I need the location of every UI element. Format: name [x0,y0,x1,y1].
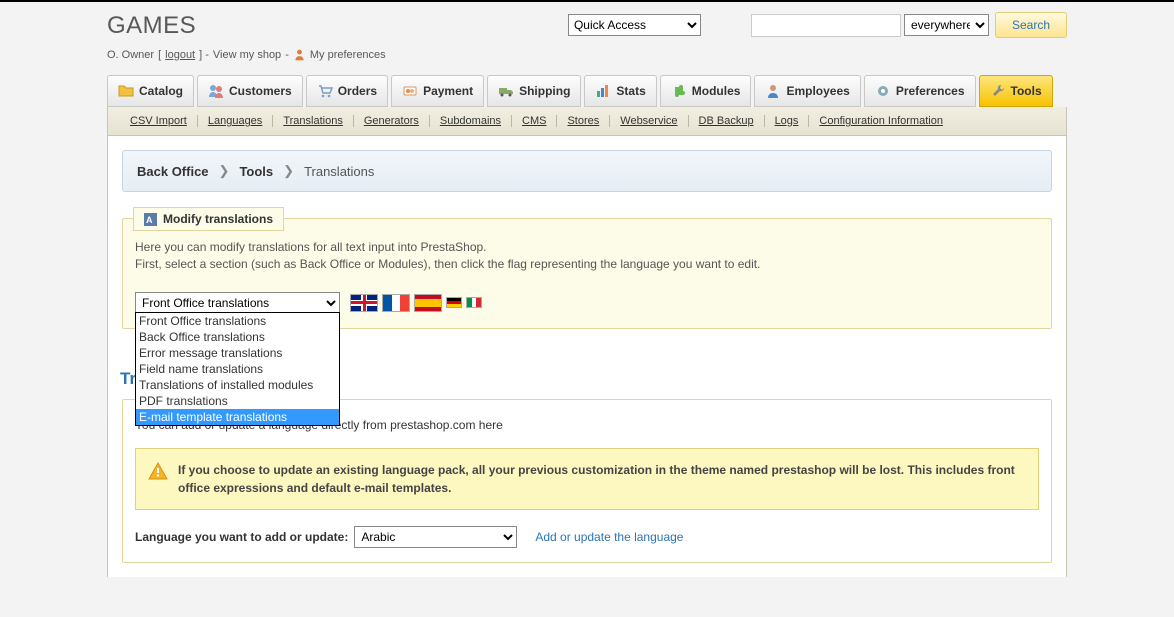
flag-fr-icon[interactable] [382,294,410,312]
dropdown-option[interactable]: Front Office translations [136,313,339,329]
wrench-icon [990,83,1006,99]
subnav-cms[interactable]: CMS [512,115,557,127]
owner-name: O. Owner [107,49,154,61]
breadcrumb-tools[interactable]: Tools [239,164,273,179]
cart-icon [317,83,333,99]
folder-icon [118,83,134,99]
tab-payment[interactable]: Payment [391,75,484,107]
dropdown-option[interactable]: E-mail template translations [136,409,339,425]
users-icon [208,83,224,99]
subnav-generators[interactable]: Generators [354,115,430,127]
tab-customers[interactable]: Customers [197,75,303,107]
chevron-right-icon: ❯ [219,163,230,179]
tab-modules[interactable]: Modules [660,75,752,107]
subnav-languages[interactable]: Languages [198,115,273,127]
puzzle-icon [671,83,687,99]
add-update-language-link[interactable]: Add or update the language [535,530,683,544]
site-title: GAMES [107,12,196,40]
modify-translations-panel: A Modify translations Here you can modif… [122,218,1052,329]
search-button[interactable]: Search [995,12,1067,38]
breadcrumb: Back Office ❯ Tools ❯ Translations [122,150,1052,192]
tab-stats[interactable]: Stats [584,75,656,107]
subnav-subdomains[interactable]: Subdomains [430,115,512,127]
dropdown-option[interactable]: PDF translations [136,393,339,409]
view-shop-link[interactable]: View my shop [213,49,281,61]
flag-it-icon[interactable] [466,297,482,308]
subnav-stores[interactable]: Stores [557,115,610,127]
tab-preferences[interactable]: Preferences [864,75,976,107]
tab-catalog[interactable]: Catalog [107,75,194,107]
warning-box: If you choose to update an existing lang… [135,448,1039,510]
search-input[interactable] [751,14,901,37]
panel-legend: A Modify translations [133,207,284,231]
breadcrumb-translations: Translations [304,164,374,179]
warning-text: If you choose to update an existing lang… [178,461,1026,497]
subnav-logs[interactable]: Logs [765,115,810,127]
search-scope-select[interactable]: everywhere [904,14,989,36]
tab-orders[interactable]: Orders [306,75,388,107]
tab-tools[interactable]: Tools [979,75,1053,107]
user-pref-icon [293,48,306,61]
tab-employees[interactable]: Employees [754,75,860,107]
dropdown-option[interactable]: Error message translations [136,345,339,361]
subnav-db-backup[interactable]: DB Backup [689,115,765,127]
add-lang-select[interactable]: Arabic [354,526,517,548]
translate-icon: A [144,213,157,226]
modify-desc-2: First, select a section (such as Back Of… [135,256,1039,273]
search-area: everywhere Search [751,12,1067,38]
translation-type-select[interactable]: Front Office translations [135,292,340,314]
employee-icon [765,83,781,99]
truck-icon [498,83,514,99]
dropdown-option[interactable]: Translations of installed modules [136,377,339,393]
stats-icon [595,83,611,99]
flag-en-icon[interactable] [350,294,378,312]
main-nav: Catalog Customers Orders Payment Shippin… [107,75,1067,107]
breadcrumb-back-office[interactable]: Back Office [137,164,209,179]
logout-link[interactable]: logout [165,49,195,61]
flag-de-icon[interactable] [446,297,462,308]
dropdown-option[interactable]: Back Office translations [136,329,339,345]
payment-icon [402,83,418,99]
dropdown-option[interactable]: Field name translations [136,361,339,377]
flag-es-icon[interactable] [414,294,442,312]
translation-type-dropdown: Front Office translations Back Office tr… [135,312,340,426]
subnav: CSV Import Languages Translations Genera… [120,115,1054,127]
subnav-csv-import[interactable]: CSV Import [120,115,198,127]
quick-access: Quick Access [568,14,701,36]
warning-icon [148,462,168,480]
chevron-right-icon: ❯ [283,163,294,179]
subnav-webservice[interactable]: Webservice [610,115,688,127]
tab-shipping[interactable]: Shipping [487,75,581,107]
gear-icon [875,83,891,99]
subnav-config-info[interactable]: Configuration Information [809,115,953,127]
language-flags [350,294,482,312]
modify-desc-1: Here you can modify translations for all… [135,239,1039,256]
owner-line: O. Owner [ logout ] - View my shop - My … [107,48,1067,61]
my-preferences-link[interactable]: My preferences [310,49,386,61]
add-lang-label: Language you want to add or update: [135,530,348,544]
quick-access-select[interactable]: Quick Access [568,14,701,36]
subnav-translations[interactable]: Translations [273,115,354,127]
svg-text:A: A [146,215,153,225]
